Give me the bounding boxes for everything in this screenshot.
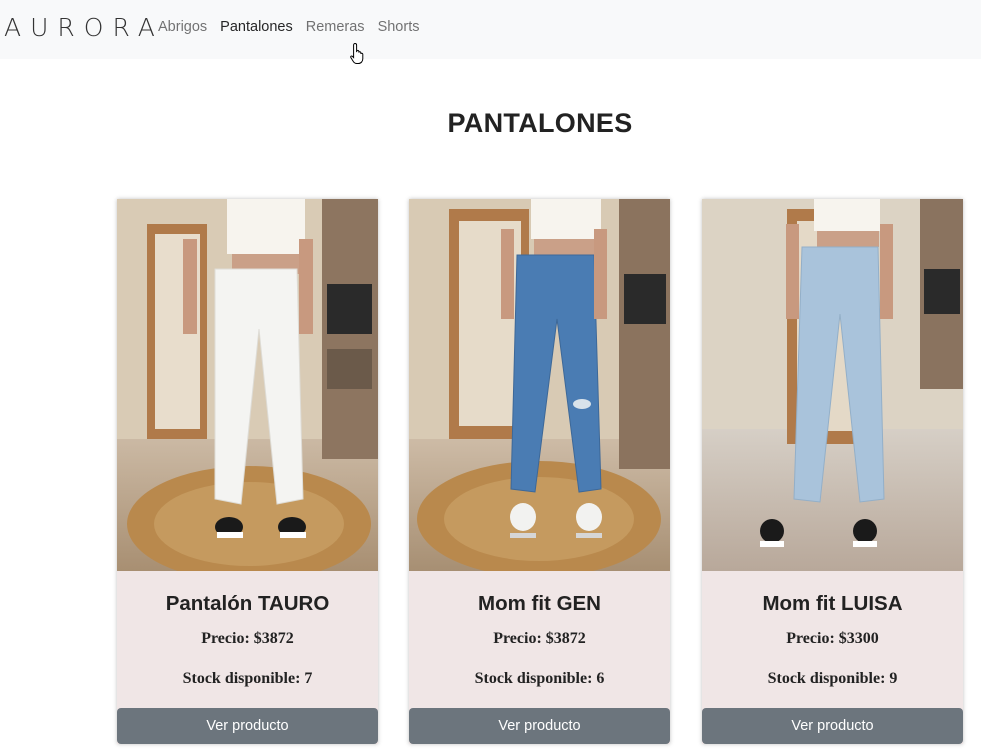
ver-producto-button[interactable]: Ver producto [117,708,378,744]
product-name: Mom fit GEN [478,592,601,615]
product-image[interactable] [702,199,963,571]
nav-link-shorts[interactable]: Shorts [378,19,420,35]
nav-links: Abrigos Pantalones Remeras Shorts [158,19,419,35]
product-image[interactable] [409,199,670,571]
product-price: Precio: $3872 [493,630,586,647]
nav-link-pantalones[interactable]: Pantalones [220,19,293,35]
product-name: Pantalón TAURO [165,592,330,615]
product-price: Precio: $3300 [786,630,879,647]
product-image[interactable] [117,199,378,571]
brand-logo[interactable]: AURORA [4,13,164,42]
product-card: Mom fit LUISA Precio: $3300 Stock dispon… [702,199,963,744]
ver-producto-button[interactable]: Ver producto [409,708,670,744]
product-price: Precio: $3872 [201,630,294,647]
ver-producto-button[interactable]: Ver producto [702,708,963,744]
navbar: AURORA Abrigos Pantalones Remeras Shorts [0,0,981,59]
product-stock: Stock disponible: 6 [474,670,605,687]
hand-cursor-icon [350,42,364,64]
product-card: Mom fit GEN Precio: $3872 Stock disponib… [409,199,670,744]
product-card: Pantalón TAURO Precio: $3872 Stock dispo… [117,199,378,744]
product-stock: Stock disponible: 7 [182,670,313,687]
product-name: Mom fit LUISA [762,592,903,615]
nav-link-abrigos[interactable]: Abrigos [158,19,207,35]
product-stock: Stock disponible: 9 [767,670,898,687]
page-title: PANTALONES [447,108,633,138]
nav-link-remeras[interactable]: Remeras [306,19,365,35]
